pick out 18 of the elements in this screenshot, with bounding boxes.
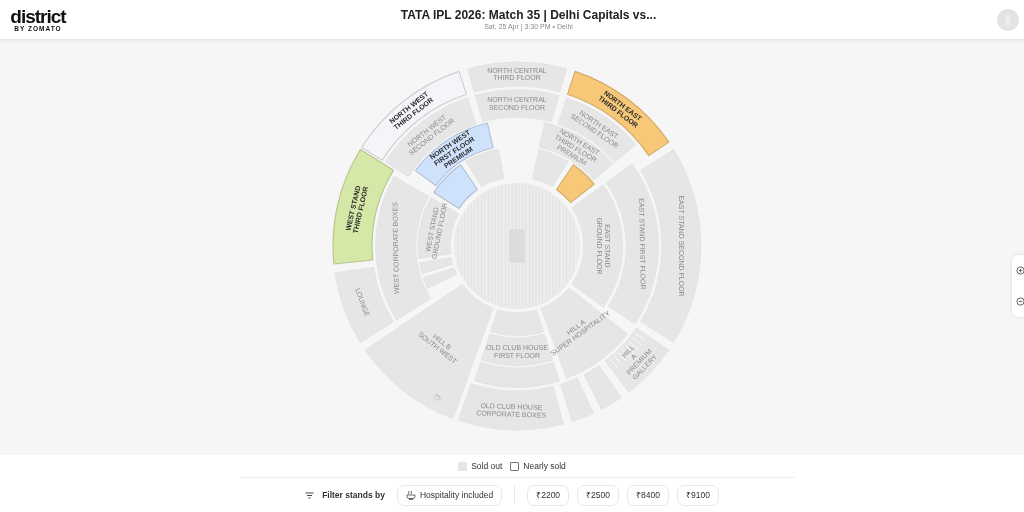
zoom-in-icon[interactable] [1016, 266, 1024, 275]
dining-icon [405, 490, 416, 500]
legend-label: Nearly sold [523, 459, 566, 473]
price-filter-chip[interactable]: ₹8400 [627, 484, 669, 506]
price-filter-chip[interactable]: ₹2200 [527, 484, 570, 506]
wheelchair-icon [434, 392, 441, 401]
price-filter-chip[interactable]: ₹9100 [676, 484, 719, 506]
zoom-out-icon[interactable] [1016, 297, 1024, 306]
legend-label: Sold out [471, 459, 503, 473]
hospitality-filter-chip[interactable]: Hospitality included [396, 484, 503, 506]
legend-swatch [458, 461, 468, 471]
legend-swatch [510, 461, 520, 471]
price-filter-chip[interactable]: ₹2500 [577, 484, 620, 506]
filter-icon [305, 491, 315, 499]
logo[interactable]: district [10, 7, 66, 26]
filter-label: Filter stands by [322, 488, 385, 502]
event-title: TATA IPL 2026: Match 35 | Delhi Capitals vs... [400, 8, 657, 22]
user-icon [1003, 14, 1013, 25]
